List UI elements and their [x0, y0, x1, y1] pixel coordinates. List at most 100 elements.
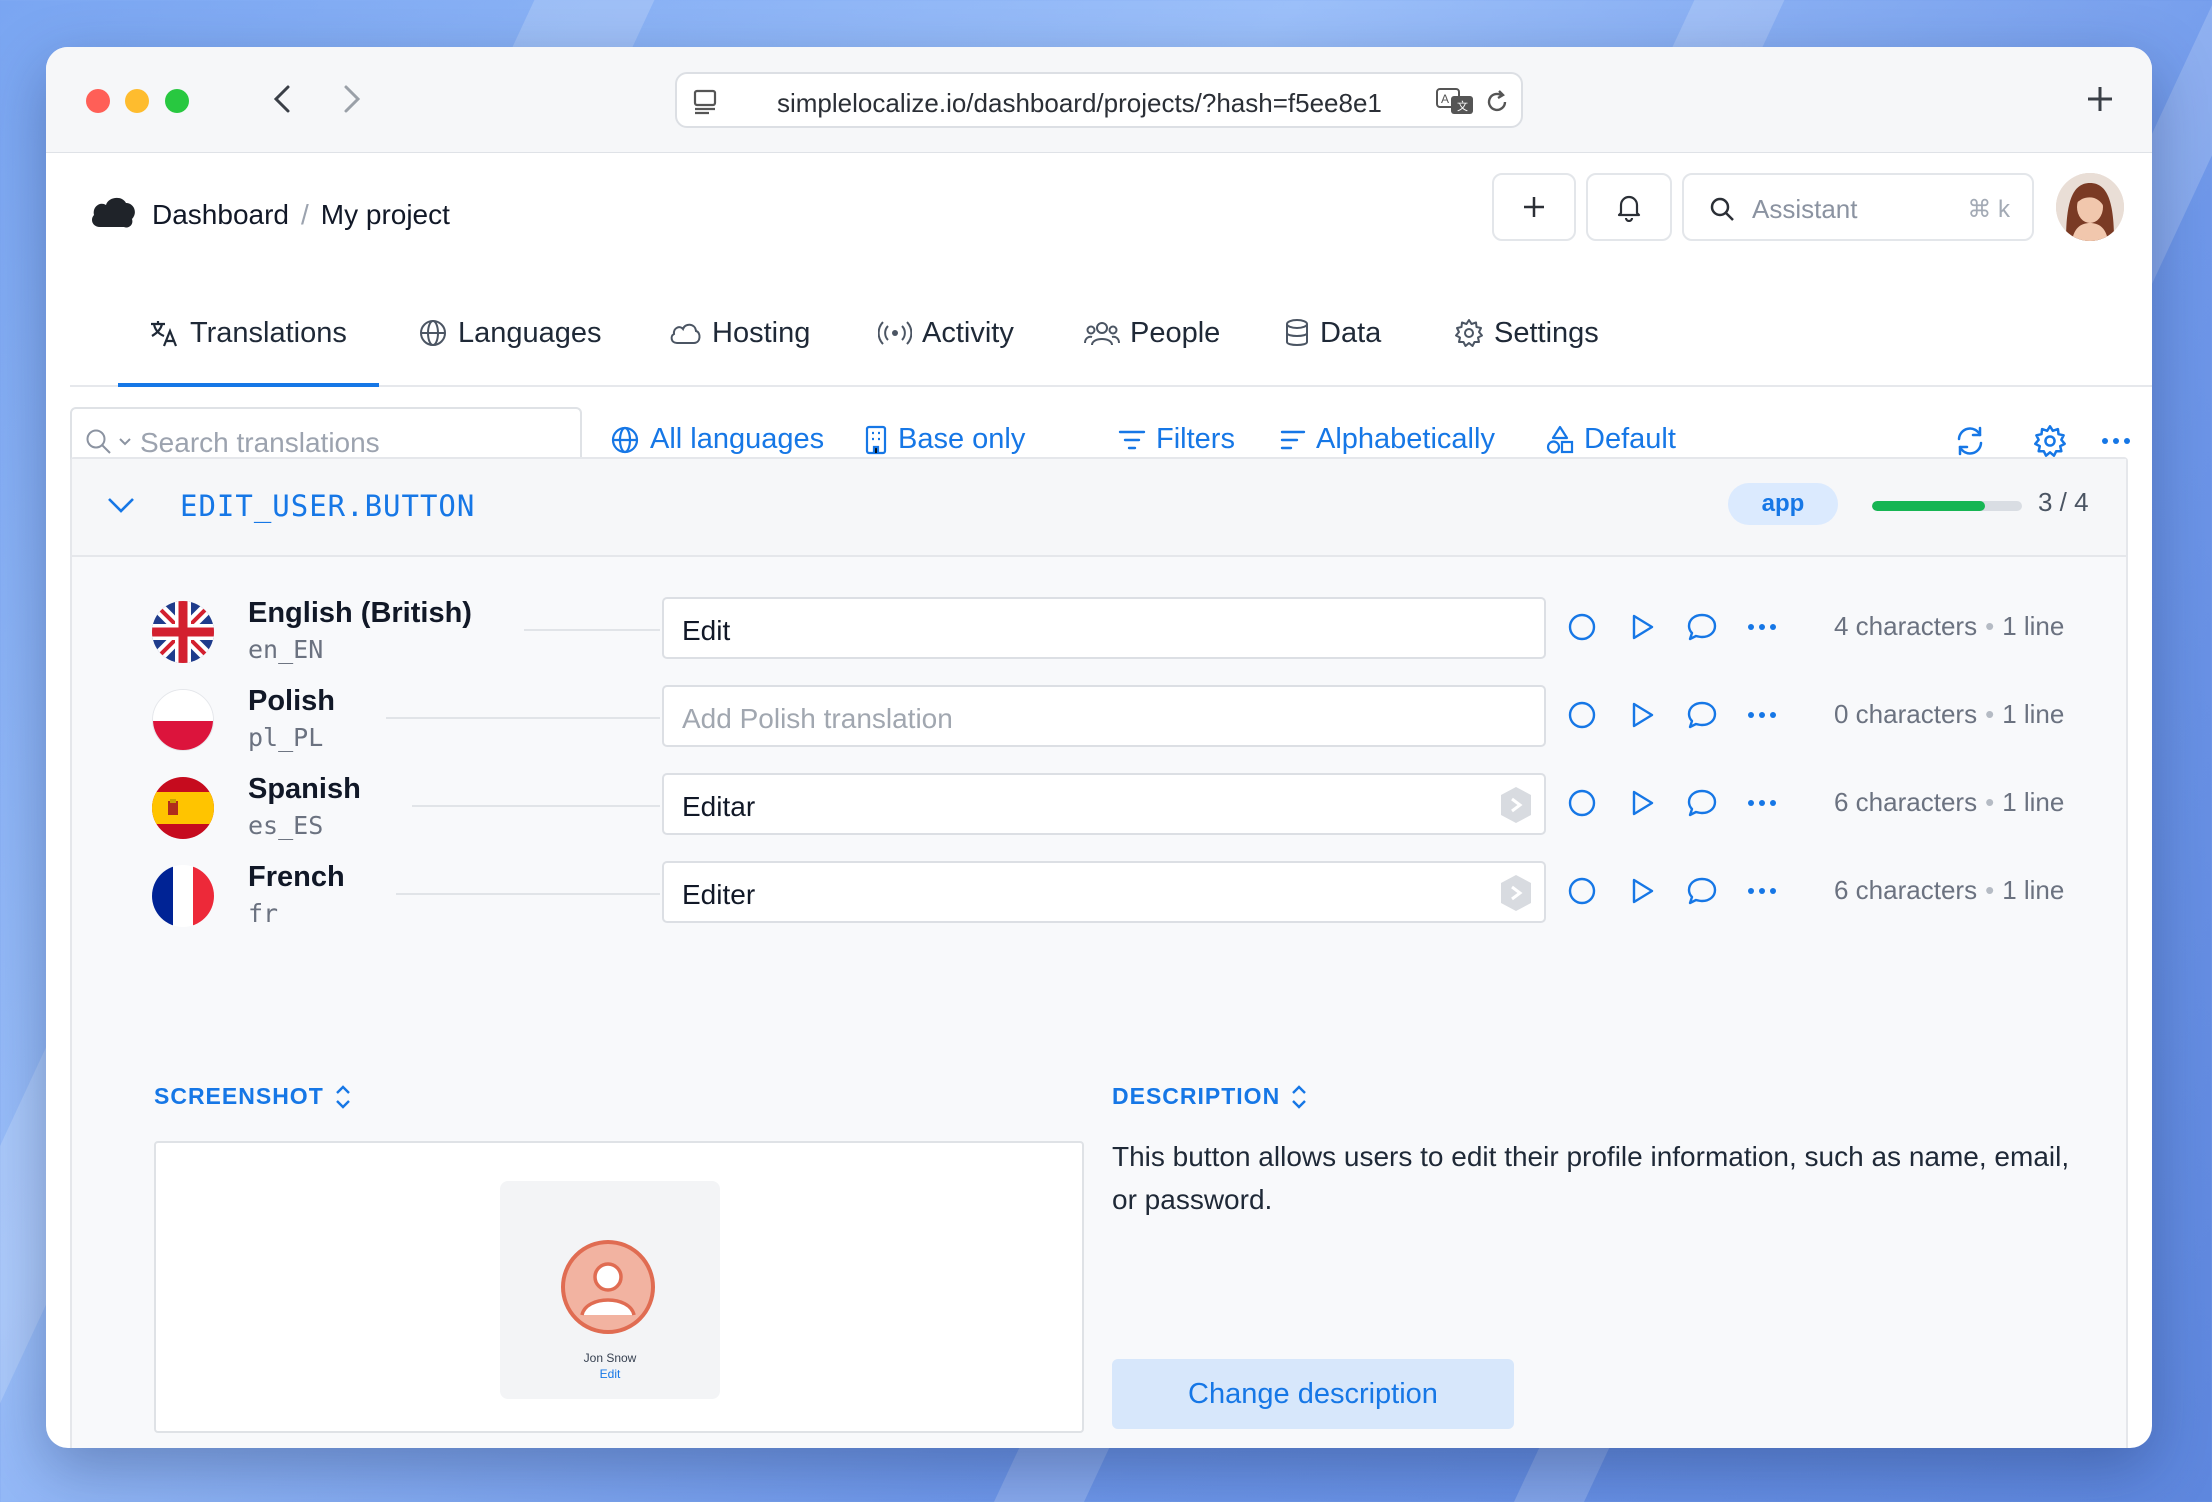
- comment-button[interactable]: [1684, 697, 1720, 733]
- breadcrumb-project[interactable]: My project: [321, 199, 450, 231]
- chevron-down-icon[interactable]: [106, 495, 136, 515]
- base-only-label: Base only: [898, 423, 1026, 455]
- comment-button[interactable]: [1684, 609, 1720, 645]
- comment-icon: [1687, 877, 1717, 905]
- ellipsis-icon: [1748, 712, 1776, 718]
- review-button[interactable]: [1624, 609, 1660, 645]
- tab-label: Languages: [458, 316, 602, 349]
- base-only-filter[interactable]: Base only: [864, 423, 1025, 456]
- translation-stats: 6 characters • 1 line: [1834, 787, 2064, 818]
- url-text: simplelocalize.io/dashboard/projects/?ha…: [777, 88, 1382, 118]
- search-placeholder: Search translations: [140, 427, 380, 458]
- change-description-button[interactable]: Change description: [1112, 1359, 1514, 1429]
- row-more-button[interactable]: [1744, 873, 1780, 909]
- namespace-badge[interactable]: app: [1728, 483, 1838, 525]
- character-count: 6 characters: [1834, 875, 1978, 905]
- add-button[interactable]: [1492, 173, 1576, 241]
- language-name: English (British): [248, 597, 472, 629]
- breadcrumb: Dashboard / My project: [152, 199, 450, 231]
- row-connector: [386, 717, 660, 719]
- circle-status-icon: [1568, 877, 1596, 905]
- screenshot-section-toggle[interactable]: SCREENSHOT: [154, 1083, 352, 1110]
- tab-label: Activity: [922, 316, 1014, 349]
- description-text: This button allows users to edit their p…: [1112, 1141, 2070, 1215]
- translation-input[interactable]: Edit: [662, 597, 1546, 659]
- status-toggle-button[interactable]: [1564, 873, 1600, 909]
- tab-translations[interactable]: Translations: [118, 307, 379, 387]
- tab-label: Data: [1320, 316, 1382, 349]
- circle-status-icon: [1568, 701, 1596, 729]
- tab-languages[interactable]: Languages: [418, 307, 602, 359]
- svg-text:A: A: [1441, 92, 1449, 106]
- globe-icon: [420, 320, 446, 346]
- avatar[interactable]: [2056, 173, 2124, 241]
- poland-flag-icon: [152, 689, 214, 751]
- translation-key-name[interactable]: EDIT_USER.BUTTON: [180, 489, 475, 523]
- breadcrumb-dashboard[interactable]: Dashboard: [152, 199, 289, 231]
- forward-button[interactable]: [330, 77, 374, 121]
- filter-icon: [1118, 430, 1146, 449]
- review-button[interactable]: [1624, 697, 1660, 733]
- status-toggle-button[interactable]: [1564, 697, 1600, 733]
- character-count: 6 characters: [1834, 787, 1978, 817]
- progress-fill: [1872, 501, 1985, 511]
- new-tab-button[interactable]: [2078, 77, 2122, 121]
- review-button[interactable]: [1624, 873, 1660, 909]
- tab-activity[interactable]: Activity: [878, 307, 1014, 359]
- translation-stats: 6 characters • 1 line: [1834, 875, 2064, 906]
- all-languages-filter[interactable]: All languages: [610, 423, 824, 456]
- status-toggle-button[interactable]: [1564, 609, 1600, 645]
- translation-key-header[interactable]: EDIT_USER.BUTTON app 3 / 4: [72, 459, 2126, 557]
- tab-people[interactable]: People: [1084, 307, 1220, 359]
- assistant-search[interactable]: Assistant ⌘ k: [1682, 173, 2034, 241]
- screenshot-label: SCREENSHOT: [154, 1083, 324, 1109]
- translation-input[interactable]: Add Polish translation: [662, 685, 1546, 747]
- back-button[interactable]: [260, 77, 304, 121]
- tab-data[interactable]: Data: [1284, 307, 1381, 359]
- maximize-window-button[interactable]: [165, 89, 189, 113]
- chevron-left-icon: [273, 85, 290, 113]
- tab-settings[interactable]: Settings: [1454, 307, 1599, 359]
- translation-input[interactable]: Editer: [662, 861, 1546, 923]
- review-button[interactable]: [1624, 785, 1660, 821]
- refresh-icon: [1957, 426, 1983, 456]
- minimize-window-button[interactable]: [125, 89, 149, 113]
- svg-text:文: 文: [1457, 99, 1468, 113]
- translation-row: French fr Editer 6 characters • 1 line: [72, 861, 2126, 949]
- language-code: en_EN: [248, 635, 324, 664]
- translate-page-icon[interactable]: A文: [1435, 86, 1475, 116]
- row-more-button[interactable]: [1744, 609, 1780, 645]
- address-bar[interactable]: simplelocalize.io/dashboard/projects/?ha…: [675, 72, 1523, 128]
- reload-icon[interactable]: [1483, 88, 1511, 116]
- screenshot-user-action: Edit: [599, 1367, 621, 1381]
- description-label: DESCRIPTION: [1112, 1083, 1281, 1109]
- description-section-toggle[interactable]: DESCRIPTION: [1112, 1083, 1308, 1110]
- translation-value: Editar: [682, 791, 756, 822]
- url-fade: [1381, 80, 1441, 120]
- screenshot-preview[interactable]: Jon Snow Edit: [154, 1141, 1084, 1433]
- gear-icon: [1455, 319, 1483, 347]
- status-toggle-button[interactable]: [1564, 785, 1600, 821]
- chevron-down-icon[interactable]: [118, 437, 132, 447]
- translation-input[interactable]: Editar: [662, 773, 1546, 835]
- row-more-button[interactable]: [1744, 697, 1780, 733]
- page-settings-icon: [693, 89, 717, 115]
- play-icon: [1632, 878, 1654, 904]
- row-more-button[interactable]: [1744, 785, 1780, 821]
- tab-hosting[interactable]: Hosting: [668, 307, 810, 359]
- search-icon: [1710, 197, 1734, 221]
- filters-button[interactable]: Filters: [1118, 423, 1235, 456]
- plus-icon: [1524, 197, 1544, 217]
- line-count: 1 line: [2002, 611, 2065, 641]
- sort-button[interactable]: Alphabetically: [1280, 423, 1495, 456]
- comment-button[interactable]: [1684, 873, 1720, 909]
- notifications-button[interactable]: [1586, 173, 1672, 241]
- chevron-right-icon: [344, 85, 361, 113]
- language-code: pl_PL: [248, 723, 324, 752]
- translation-stats: 4 characters • 1 line: [1834, 611, 2064, 642]
- view-button[interactable]: Default: [1546, 423, 1676, 456]
- comment-button[interactable]: [1684, 785, 1720, 821]
- close-window-button[interactable]: [86, 89, 110, 113]
- ellipsis-icon: [2102, 438, 2130, 444]
- view-label: Default: [1584, 423, 1676, 455]
